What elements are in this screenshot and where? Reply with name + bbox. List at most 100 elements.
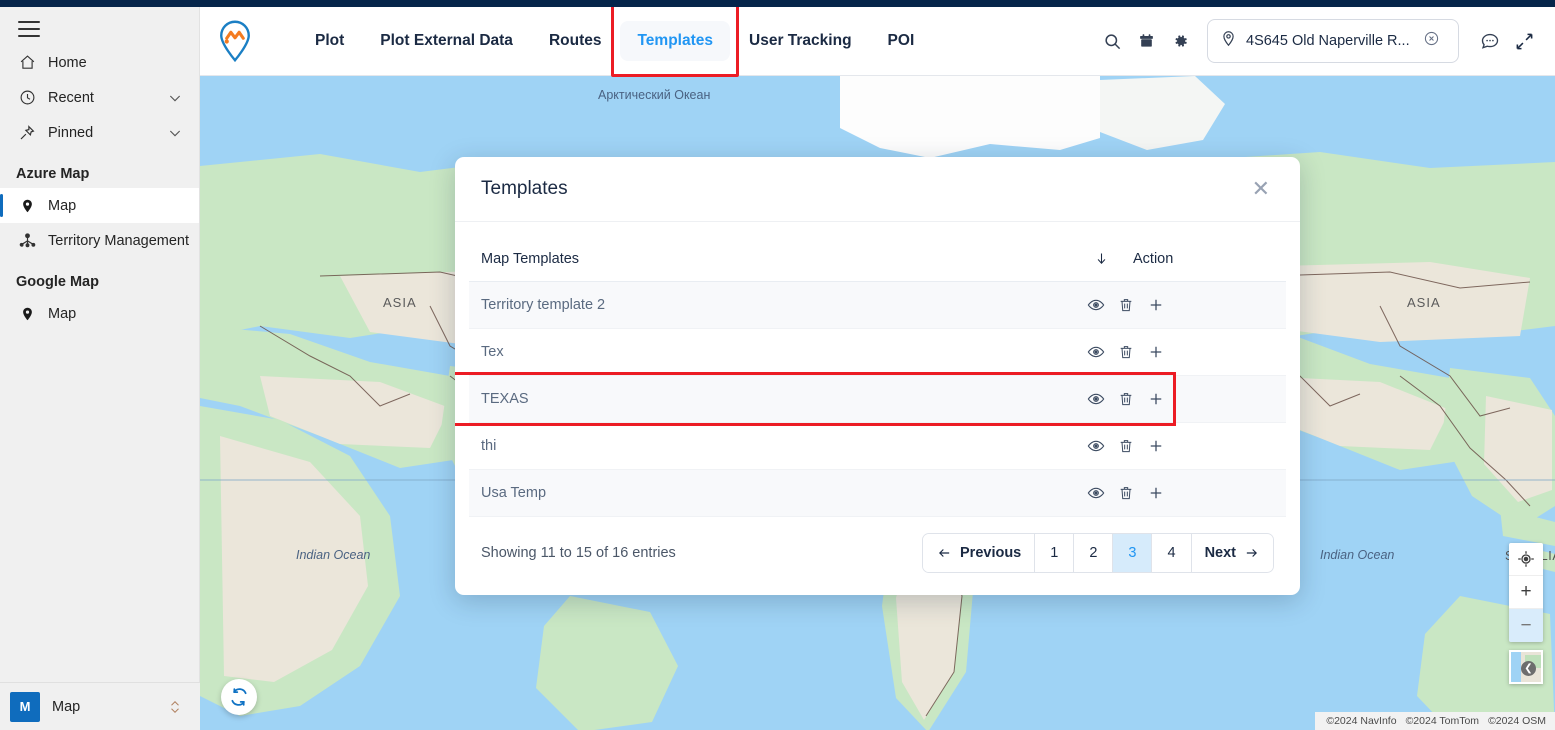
view-icon[interactable] bbox=[1087, 437, 1105, 455]
add-icon[interactable] bbox=[1147, 296, 1165, 314]
sidebar-item-home[interactable]: Home bbox=[0, 45, 199, 80]
refresh-icon[interactable] bbox=[221, 679, 257, 715]
row-actions bbox=[1078, 343, 1274, 361]
main-nav-tabs: Plot Plot External Data Routes Templates… bbox=[298, 4, 932, 77]
sidebar-item-recent[interactable]: Recent bbox=[0, 80, 199, 115]
sidebar-item-label: Pinned bbox=[48, 124, 94, 141]
column-header-map-templates: Map Templates bbox=[481, 250, 580, 267]
tab-poi[interactable]: POI bbox=[871, 21, 932, 61]
delete-icon[interactable] bbox=[1118, 484, 1134, 502]
sidebar-item-google-map[interactable]: Map bbox=[0, 296, 199, 331]
row-actions bbox=[1078, 484, 1274, 502]
sidebar-item-label: Recent bbox=[48, 89, 94, 106]
modal-title: Templates bbox=[481, 178, 568, 199]
add-icon[interactable] bbox=[1147, 343, 1165, 361]
template-name: thi bbox=[481, 438, 497, 454]
tab-user-tracking[interactable]: User Tracking bbox=[732, 21, 869, 61]
table-row[interactable]: Usa Temp bbox=[469, 470, 1286, 517]
entries-info: Showing 11 to 15 of 16 entries bbox=[481, 545, 676, 561]
zoom-in-button[interactable]: + bbox=[1509, 576, 1543, 609]
close-icon[interactable]: ✕ bbox=[1246, 176, 1276, 202]
minimap-collapse-icon[interactable]: ❮ bbox=[1509, 650, 1543, 684]
sidebar-section-azure-map: Azure Map bbox=[16, 166, 90, 182]
app-root: Home Recent Pinned Azure Map Map Territo… bbox=[0, 0, 1555, 730]
sort-down-arrow[interactable] bbox=[1078, 250, 1124, 267]
pagination: Previous 1 2 3 4 Next bbox=[922, 533, 1274, 573]
view-icon[interactable] bbox=[1087, 343, 1105, 361]
row-actions bbox=[1078, 437, 1274, 455]
table-row-highlighted[interactable]: TEXAS bbox=[455, 372, 1286, 426]
view-icon[interactable] bbox=[1087, 296, 1105, 314]
map-control-group: + − bbox=[1509, 543, 1543, 642]
attribution-navinfo: ©2024 NavInfo bbox=[1326, 715, 1397, 727]
tab-plot[interactable]: Plot bbox=[298, 21, 361, 61]
pagination-page-1[interactable]: 1 bbox=[1035, 534, 1075, 572]
sidebar-item-label: Map bbox=[48, 197, 77, 214]
top-header: Plot Plot External Data Routes Templates… bbox=[200, 4, 1555, 77]
tab-templates-label: Templates bbox=[637, 32, 714, 49]
templates-table: Map Templates Action Territory template … bbox=[455, 222, 1300, 517]
sidebar-item-pinned[interactable]: Pinned bbox=[0, 115, 199, 150]
clock-icon bbox=[16, 88, 38, 108]
calendar-icon[interactable] bbox=[1129, 24, 1163, 58]
add-icon[interactable] bbox=[1147, 390, 1165, 408]
delete-icon[interactable] bbox=[1118, 437, 1134, 455]
tab-templates[interactable]: Templates bbox=[611, 4, 740, 77]
table-footer: Showing 11 to 15 of 16 entries Previous … bbox=[455, 517, 1300, 595]
workspace-badge: M bbox=[10, 691, 40, 722]
updown-chevron-icon[interactable] bbox=[168, 698, 182, 716]
tab-routes[interactable]: Routes bbox=[532, 21, 619, 61]
clear-circle-icon[interactable] bbox=[1423, 30, 1440, 52]
table-header-row: Map Templates Action bbox=[469, 236, 1286, 282]
sidebar-section-google-map: Google Map bbox=[16, 274, 99, 290]
row-actions bbox=[1078, 296, 1274, 314]
sidebar-item-azure-map[interactable]: Map bbox=[0, 188, 199, 223]
delete-icon[interactable] bbox=[1118, 390, 1134, 408]
sidebar-footer[interactable]: M Map bbox=[0, 682, 200, 730]
home-icon bbox=[16, 53, 38, 73]
pagination-previous[interactable]: Previous bbox=[923, 534, 1036, 572]
pagination-previous-label: Previous bbox=[960, 545, 1022, 561]
sidebar-item-label: Home bbox=[48, 54, 87, 71]
zoom-out-button[interactable]: − bbox=[1509, 609, 1543, 642]
hamburger-icon[interactable] bbox=[18, 21, 40, 37]
template-name: TEXAS bbox=[481, 391, 529, 407]
delete-icon[interactable] bbox=[1118, 343, 1134, 361]
address-search-field[interactable]: 4S645 Old Naperville R... bbox=[1207, 19, 1459, 63]
address-value[interactable]: 4S645 Old Naperville R... bbox=[1246, 33, 1414, 49]
chat-icon[interactable] bbox=[1473, 24, 1507, 58]
search-icon[interactable] bbox=[1095, 24, 1129, 58]
add-icon[interactable] bbox=[1147, 437, 1165, 455]
location-pin-icon bbox=[1220, 30, 1237, 52]
chevron-down-icon[interactable] bbox=[167, 90, 183, 106]
left-sidebar: Home Recent Pinned Azure Map Map Territo… bbox=[0, 7, 200, 730]
attribution-tomtom: ©2024 TomTom bbox=[1405, 715, 1480, 727]
workspace-label: Map bbox=[52, 698, 81, 715]
pagination-next[interactable]: Next bbox=[1191, 534, 1273, 572]
chevron-down-icon[interactable] bbox=[167, 125, 183, 141]
template-name: Tex bbox=[481, 344, 504, 360]
expand-icon[interactable] bbox=[1507, 24, 1541, 58]
tab-plot-external-data[interactable]: Plot External Data bbox=[363, 21, 530, 61]
view-icon[interactable] bbox=[1087, 484, 1105, 502]
row-actions bbox=[1078, 390, 1274, 408]
map-pin-logo[interactable] bbox=[200, 19, 270, 63]
pagination-page-4[interactable]: 4 bbox=[1152, 534, 1192, 572]
sidebar-item-territory-management[interactable]: Territory Management bbox=[0, 223, 199, 258]
table-row[interactable]: Territory template 2 bbox=[469, 282, 1286, 329]
pin-icon bbox=[16, 123, 38, 143]
table-row[interactable]: Tex bbox=[469, 329, 1286, 376]
add-icon[interactable] bbox=[1147, 484, 1165, 502]
gear-icon[interactable] bbox=[1163, 24, 1197, 58]
delete-icon[interactable] bbox=[1118, 296, 1134, 314]
map-attribution: ©2024 NavInfo ©2024 TomTom ©2024 OSM bbox=[1315, 712, 1555, 730]
pagination-page-2[interactable]: 2 bbox=[1074, 534, 1114, 572]
locate-target-icon[interactable] bbox=[1509, 543, 1543, 576]
templates-modal: Templates ✕ Map Templates Action Territo… bbox=[455, 157, 1300, 595]
sidebar-item-label: Map bbox=[48, 305, 77, 322]
modal-header: Templates ✕ bbox=[455, 157, 1300, 222]
pagination-page-3[interactable]: 3 bbox=[1113, 534, 1153, 572]
table-row[interactable]: thi bbox=[469, 423, 1286, 470]
view-icon[interactable] bbox=[1087, 390, 1105, 408]
location-pin-icon bbox=[16, 196, 38, 216]
